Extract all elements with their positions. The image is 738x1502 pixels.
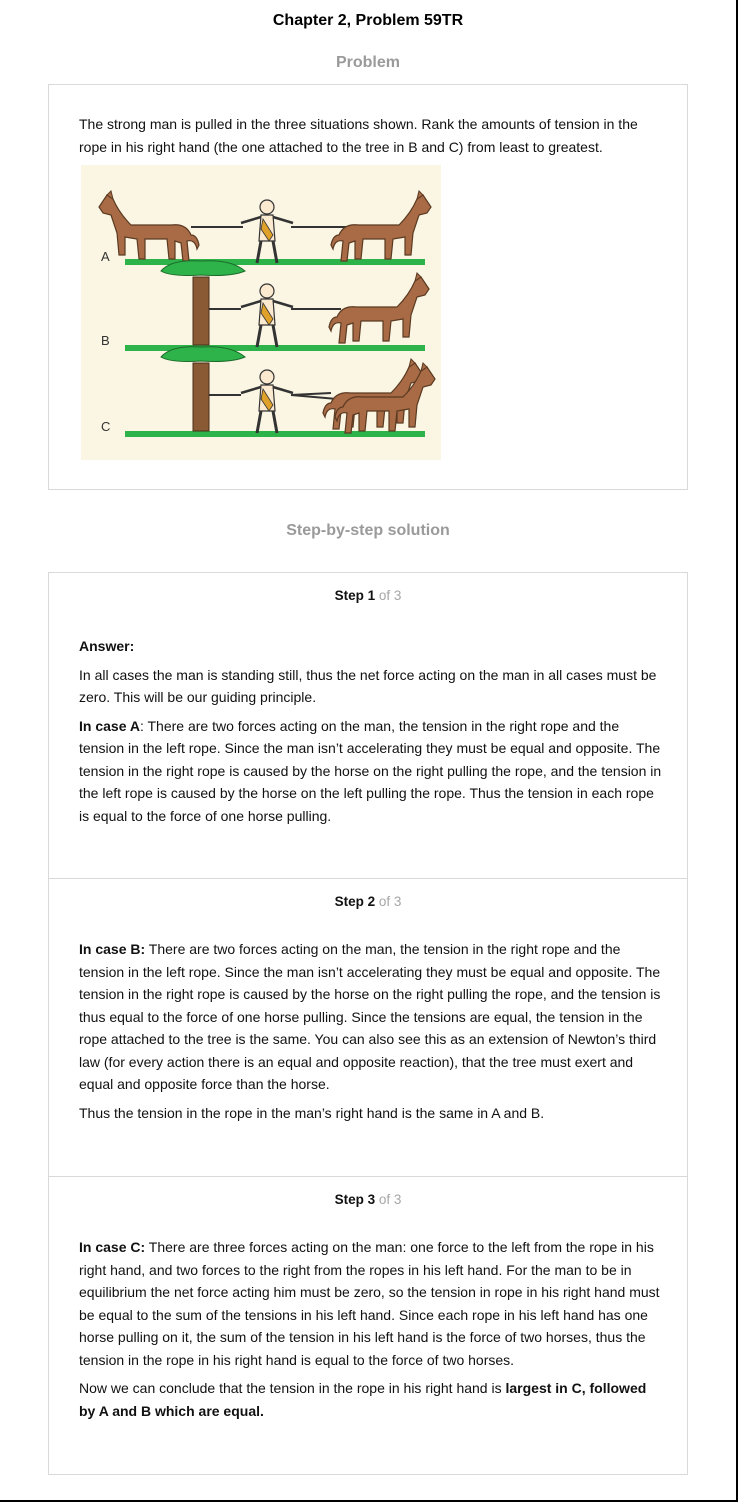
- step-1-box: Step 1 of 3 Answer: In all cases the man…: [48, 572, 688, 879]
- step-1-title: Step 1 of 3: [49, 588, 687, 603]
- step-number: 1: [367, 588, 376, 603]
- case-a-label: In case A: [79, 717, 140, 734]
- case-c-text: There are three forces acting on the man…: [79, 1239, 660, 1368]
- step-3-box: Step 3 of 3 In case C: There are three f…: [48, 1176, 688, 1475]
- case-a-text: : There are two forces acting on the man…: [79, 717, 662, 824]
- case-b-text: There are two forces acting on the man, …: [79, 941, 661, 1092]
- step-1-paragraph-2: In case A: There are two forces acting o…: [79, 715, 664, 828]
- answer-label: Answer:: [79, 638, 135, 654]
- step-number: 3: [367, 1192, 376, 1207]
- step-2-paragraph-2: Thus the tension in the rope in the man’…: [79, 1104, 545, 1121]
- step-1-content: Answer: In all cases the man is standing…: [79, 635, 664, 833]
- step-of-total: of 3: [378, 894, 402, 909]
- step-3-conclusion: Now we can conclude that the tension in …: [79, 1377, 664, 1422]
- problem-figure: A B C: [81, 165, 441, 460]
- problem-text: The strong man is pulled in the three si…: [79, 116, 638, 155]
- case-b-label: In case B:: [79, 941, 146, 957]
- solution-heading: Step-by-step solution: [286, 522, 450, 539]
- figure-label-a: A: [101, 249, 110, 264]
- step-3-paragraph-1: In case C: There are three forces acting…: [79, 1236, 664, 1371]
- step-label: Step: [334, 588, 364, 603]
- problem-box: The strong man is pulled in the three si…: [48, 84, 688, 490]
- conclusion-text: Now we can conclude that the tension in …: [79, 1380, 506, 1396]
- step-label: Step: [334, 894, 364, 909]
- step-2-box: Step 2 of 3 In case B: There are two for…: [48, 878, 688, 1177]
- step-label: Step: [334, 1192, 364, 1207]
- step-2-title: Step 2 of 3: [49, 894, 687, 909]
- step-3-title: Step 3 of 3: [49, 1192, 687, 1207]
- step-1-paragraph-1: In all cases the man is standing still, …: [79, 666, 657, 706]
- figure-label-b: B: [101, 333, 110, 348]
- figure-label-c: C: [101, 419, 110, 434]
- step-3-content: In case C: There are three forces acting…: [79, 1236, 664, 1428]
- step-of-total: of 3: [378, 588, 402, 603]
- step-2-content: In case B: There are two forces acting o…: [79, 938, 664, 1130]
- step-number: 2: [367, 894, 376, 909]
- problem-heading: Problem: [335, 54, 400, 71]
- case-c-label: In case C:: [79, 1239, 146, 1255]
- step-of-total: of 3: [378, 1192, 402, 1207]
- step-2-paragraph-1: In case B: There are two forces acting o…: [79, 938, 664, 1096]
- page-title: Chapter 2, Problem 59TR: [272, 12, 464, 29]
